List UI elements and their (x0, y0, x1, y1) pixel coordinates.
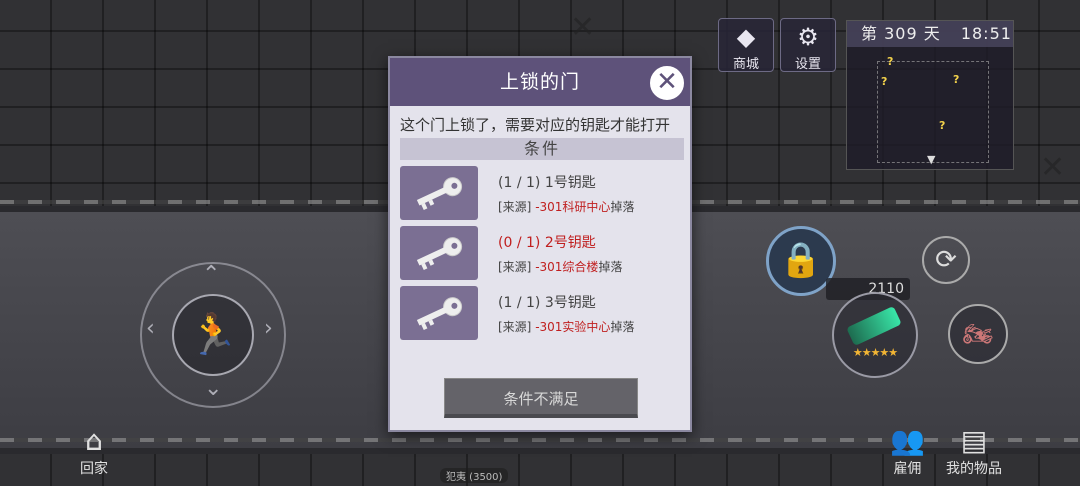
wall-crack: ✕ (570, 10, 596, 45)
minimap-header: 第 309 天 18:51 (847, 21, 1013, 47)
chest-icon: ▤ (960, 424, 988, 457)
shop-button[interactable]: ◆ 商城 (718, 18, 774, 72)
down-arrow-icon: ⌄ (204, 376, 223, 401)
wall-crack: ✕ (1040, 150, 1066, 185)
source-prefix: [来源] (498, 200, 536, 214)
dropped-item-label: 犯夷 (3500) (440, 468, 509, 483)
left-arrow-icon: ‹ (146, 316, 155, 341)
weapon-icon (846, 305, 902, 347)
unknown-marker-icon: ? (953, 73, 960, 86)
gear-icon: ⚙ (797, 23, 819, 51)
key-icon (416, 237, 463, 271)
reload-icon: ⟳ (935, 245, 957, 275)
requirement-source: [来源] -301综合楼掉落 (498, 258, 622, 275)
dialog-header: 上锁的门 (390, 58, 690, 106)
sprint-button[interactable]: 🏃 (172, 294, 254, 376)
key-icon (416, 177, 463, 211)
requirement-title: (1 / 1) 1号钥匙 (498, 172, 596, 192)
padlock-icon: 🔒 (779, 240, 823, 280)
key-tile (400, 286, 478, 340)
requirement-progress: (0 / 1) (498, 235, 541, 251)
requirement-row: (1 / 1) 1号钥匙 [来源] -301科研中心掉落 (400, 166, 684, 222)
motorcycle-icon: 🏍 (962, 320, 994, 348)
day-counter: 第 309 天 (861, 24, 941, 43)
source-prefix: [来源] (498, 320, 536, 334)
player-marker-icon: ▼ (927, 153, 936, 166)
requirement-title: (1 / 1) 3号钥匙 (498, 292, 596, 312)
hire-label: 雇佣 (893, 461, 922, 477)
right-arrow-icon: › (264, 316, 273, 341)
requirement-row: (0 / 1) 2号钥匙 [来源] -301综合楼掉落 (400, 226, 684, 282)
requirement-source: [来源] -301科研中心掉落 (498, 198, 634, 215)
key-tile (400, 226, 478, 280)
key-icon (416, 297, 463, 331)
key-tile (400, 166, 478, 220)
close-button[interactable]: ✕ (648, 64, 686, 102)
weapon-button[interactable]: ★★★★★ (832, 292, 918, 378)
requirement-name: 1号钥匙 (544, 175, 596, 191)
requirement-row: (1 / 1) 3号钥匙 [来源] -301实验中心掉落 (400, 286, 684, 342)
unlock-button[interactable]: 条件不满足 (444, 378, 638, 418)
source-suffix: 掉落 (610, 200, 635, 214)
close-icon: ✕ (656, 67, 678, 97)
source-location: -301科研中心 (535, 200, 611, 214)
source-location: -301实验中心 (535, 320, 611, 334)
hire-button[interactable]: 👥 雇佣 (890, 424, 925, 478)
dialog-title: 上锁的门 (499, 71, 580, 93)
unknown-marker-icon: ? (939, 119, 946, 132)
movement-joystick[interactable]: ⌃ ⌄ ‹ › 🏃 (140, 262, 286, 408)
source-suffix: 掉落 (610, 320, 635, 334)
vehicle-button[interactable]: 🏍 (948, 304, 1008, 364)
up-arrow-icon: ⌃ (202, 262, 221, 287)
source-location: -301综合楼 (535, 260, 599, 274)
diamond-icon: ◆ (736, 23, 756, 51)
requirement-progress: (1 / 1) (498, 175, 541, 191)
weapon-stars: ★★★★★ (852, 346, 898, 359)
source-prefix: [来源] (498, 260, 536, 274)
inventory-button[interactable]: ▤ 我的物品 (946, 424, 1002, 478)
minimap[interactable]: 第 309 天 18:51 ? ? ? ? ▼ (846, 20, 1014, 170)
locked-door-dialog: 上锁的门 ✕ 这个门上锁了，需要对应的钥匙才能打开 条件 (1 / 1) 1号钥… (388, 56, 692, 432)
conditions-header: 条件 (400, 138, 684, 160)
home-button[interactable]: ⌂ 回家 (80, 424, 108, 478)
source-suffix: 掉落 (598, 260, 623, 274)
requirement-name: 3号钥匙 (544, 295, 596, 311)
settings-label: 设置 (794, 57, 821, 72)
house-icon: ⌂ (85, 424, 103, 457)
running-man-icon: 🏃 (188, 312, 238, 358)
unlock-button-label: 条件不满足 (503, 390, 579, 408)
unknown-marker-icon: ? (887, 55, 894, 68)
shop-label: 商城 (732, 57, 759, 72)
people-icon: 👥 (890, 424, 925, 457)
minimap-layout (877, 61, 989, 163)
requirement-progress: (1 / 1) (498, 295, 541, 311)
reload-button[interactable]: ⟳ (922, 236, 970, 284)
inventory-label: 我的物品 (946, 461, 1002, 477)
home-label: 回家 (80, 461, 108, 477)
dialog-description: 这个门上锁了，需要对应的钥匙才能打开 (400, 116, 671, 134)
clock: 18:51 (960, 24, 1012, 43)
requirement-name: 2号钥匙 (544, 235, 596, 251)
requirement-source: [来源] -301实验中心掉落 (498, 318, 634, 335)
settings-button[interactable]: ⚙ 设置 (780, 18, 836, 72)
unknown-marker-icon: ? (881, 75, 888, 88)
requirement-title: (0 / 1) 2号钥匙 (498, 232, 596, 252)
